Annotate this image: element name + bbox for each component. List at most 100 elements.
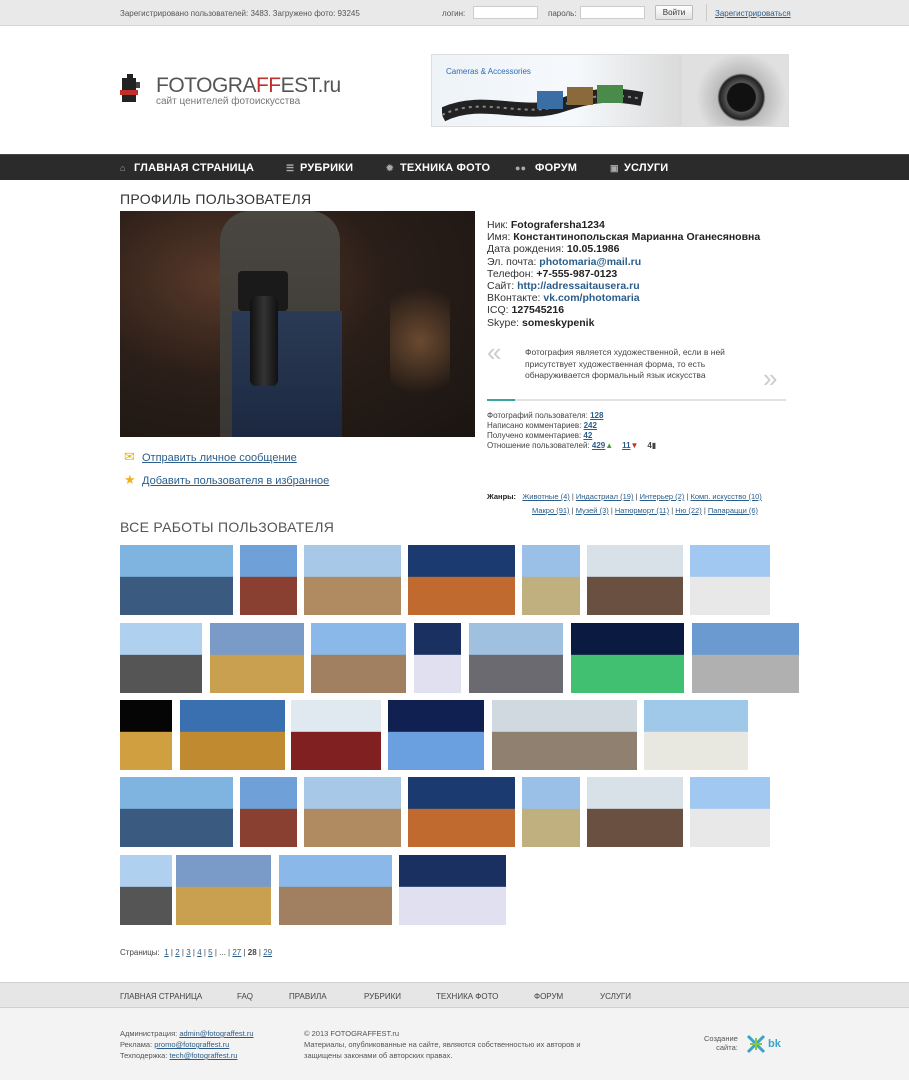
genre-link[interactable]: Музей (3) — [576, 506, 609, 515]
gallery-thumbnail[interactable] — [522, 545, 580, 615]
login-input[interactable] — [473, 6, 538, 19]
envelope-icon: ✉ — [124, 449, 135, 464]
page-link[interactable]: 29 — [263, 948, 272, 957]
gallery-thumbnail[interactable] — [240, 777, 297, 847]
footer-link-technique[interactable]: ТЕХНИКА ФОТО — [436, 992, 498, 1001]
gallery-thumbnail[interactable] — [180, 700, 285, 770]
user-email-link[interactable]: photomaria@mail.ru — [539, 256, 641, 268]
divider — [706, 4, 707, 21]
gallery-thumbnail[interactable] — [587, 545, 683, 615]
gallery-thumbnail[interactable] — [408, 545, 515, 615]
works-title: ВСЕ РАБОТЫ ПОЛЬЗОВАТЕЛЯ — [120, 519, 335, 535]
genres: Жанры: Животные (4) | Индастриал (19) | … — [487, 492, 762, 515]
password-input[interactable] — [580, 6, 645, 19]
dislikes-count[interactable]: 11 — [622, 441, 630, 450]
add-favorite-link[interactable]: ★ Добавить пользователя в избранное — [124, 472, 329, 488]
genre-link[interactable]: Интерьер (2) — [640, 492, 685, 501]
nav-item-home[interactable]: ⌂ ГЛАВНАЯ СТРАНИЦА — [120, 162, 254, 174]
footer-link-forum[interactable]: ФОРУМ — [534, 992, 563, 1001]
gallery-thumbnail[interactable] — [690, 777, 770, 847]
user-phone: +7-555-987-0123 — [536, 267, 618, 280]
page-link[interactable]: 3 — [186, 948, 190, 957]
film-strip-graphic — [442, 85, 644, 122]
trash-icon: ▮ — [651, 441, 657, 450]
footer-link-rules[interactable]: ПРАВИЛА — [289, 992, 327, 1001]
genre-link[interactable]: Натюрморт (11) — [615, 506, 669, 515]
footer-link-faq[interactable]: FAQ — [237, 992, 253, 1001]
gallery-thumbnail[interactable] — [279, 855, 392, 925]
gallery-thumbnail[interactable] — [120, 855, 172, 925]
footer: Администрация: admin@fotograffest.ru Рек… — [0, 1008, 909, 1080]
nav-item-services[interactable]: ▣ УСЛУГИ — [610, 162, 668, 174]
tech-email-link[interactable]: tech@fotograffest.ru — [170, 1051, 238, 1060]
gallery-thumbnail[interactable] — [210, 623, 304, 693]
gallery-thumbnail[interactable] — [399, 855, 506, 925]
login-label: логин: — [442, 9, 466, 18]
photographer-image — [682, 55, 788, 126]
likes-count[interactable]: 429 — [592, 441, 605, 450]
quote-text: Фотография является художественной, если… — [525, 347, 725, 380]
gallery-thumbnail[interactable] — [571, 623, 684, 693]
ads-email-link[interactable]: promo@fotograffest.ru — [154, 1040, 229, 1049]
send-message-link[interactable]: ✉ Отправить личное сообщение — [124, 449, 297, 465]
gallery-thumbnail[interactable] — [304, 545, 401, 615]
gallery-thumbnail[interactable] — [692, 623, 799, 693]
gallery-thumbnail[interactable] — [522, 777, 580, 847]
gallery-thumbnail[interactable] — [690, 545, 770, 615]
genre-link[interactable]: Папарацци (6) — [708, 506, 758, 515]
page-link[interactable]: 1 — [164, 948, 168, 957]
gallery-thumbnail[interactable] — [388, 700, 484, 770]
nav-item-categories[interactable]: ☰ РУБРИКИ — [286, 162, 353, 174]
user-stats: Фотографий пользователя: 128 Написано ко… — [487, 411, 657, 450]
comments-received-link[interactable]: 42 — [583, 431, 592, 440]
genre-link[interactable]: Комп. искусство (10) — [690, 492, 761, 501]
gallery-thumbnail[interactable] — [587, 777, 683, 847]
gallery-thumbnail[interactable] — [291, 700, 381, 770]
genre-link[interactable]: Животные (4) — [522, 492, 569, 501]
quote-close-icon: » — [763, 363, 778, 393]
user-info: Ник: Fotografersha1234 Имя: Константиноп… — [487, 219, 761, 329]
page-link[interactable]: 4 — [197, 948, 201, 957]
profile-photo — [120, 211, 475, 437]
footer-link-services[interactable]: УСЛУГИ — [600, 992, 631, 1001]
footer-link-home[interactable]: ГЛАВНАЯ СТРАНИЦА — [120, 992, 202, 1001]
gallery-thumbnail[interactable] — [644, 700, 748, 770]
gallery-thumbnail[interactable] — [120, 545, 233, 615]
camera-logo-icon[interactable] — [118, 72, 152, 106]
user-vk-link[interactable]: vk.com/photomaria — [543, 292, 639, 304]
comments-written-link[interactable]: 242 — [584, 421, 597, 430]
register-link[interactable]: Зарегистрироваться — [715, 9, 791, 18]
footer-link-categories[interactable]: РУБРИКИ — [364, 992, 401, 1001]
page-title: ПРОФИЛЬ ПОЛЬЗОВАТЕЛЯ — [120, 191, 312, 207]
genre-link[interactable]: Ню (22) — [675, 506, 701, 515]
user-site-link[interactable]: http://adressaitausera.ru — [517, 280, 640, 292]
page-link[interactable]: 5 — [208, 948, 212, 957]
photos-count-link[interactable]: 128 — [590, 411, 603, 420]
gallery-thumbnail[interactable] — [120, 623, 202, 693]
genre-link[interactable]: Макро (91) — [532, 506, 570, 515]
gallery-thumbnail[interactable] — [311, 623, 406, 693]
gallery-thumbnail[interactable] — [120, 777, 233, 847]
nav-item-forum[interactable]: ●● ФОРУМ — [515, 162, 577, 174]
gallery-thumbnail[interactable] — [240, 545, 297, 615]
page-link[interactable]: 27 — [232, 948, 241, 957]
genre-link[interactable]: Индастриал (19) — [576, 492, 634, 501]
gallery-thumbnail[interactable] — [176, 855, 271, 925]
gallery-thumbnail[interactable] — [414, 623, 461, 693]
gallery-thumbnail[interactable] — [304, 777, 401, 847]
gallery-thumbnail[interactable] — [120, 700, 172, 770]
admin-email-link[interactable]: admin@fotograffest.ru — [179, 1029, 253, 1038]
password-label: пароль: — [548, 9, 577, 18]
gallery-thumbnail[interactable] — [469, 623, 563, 693]
users-icon: ●● — [515, 163, 527, 173]
creator-logo-text: bk — [768, 1038, 782, 1050]
nav-item-technique[interactable]: ✹ ТЕХНИКА ФОТО — [386, 162, 490, 174]
thumbs-up-icon: ▲ — [605, 441, 614, 450]
gallery-thumbnail[interactable] — [408, 777, 515, 847]
login-button[interactable]: Войти — [655, 5, 693, 20]
creator-logo-icon[interactable]: bk — [746, 1032, 786, 1056]
page-link[interactable]: 2 — [175, 948, 179, 957]
logo-title[interactable]: FOTOGRAFFEST.ru — [156, 74, 341, 98]
gallery-thumbnail[interactable] — [492, 700, 637, 770]
ad-banner[interactable]: Cameras & Accessories — [431, 54, 789, 127]
